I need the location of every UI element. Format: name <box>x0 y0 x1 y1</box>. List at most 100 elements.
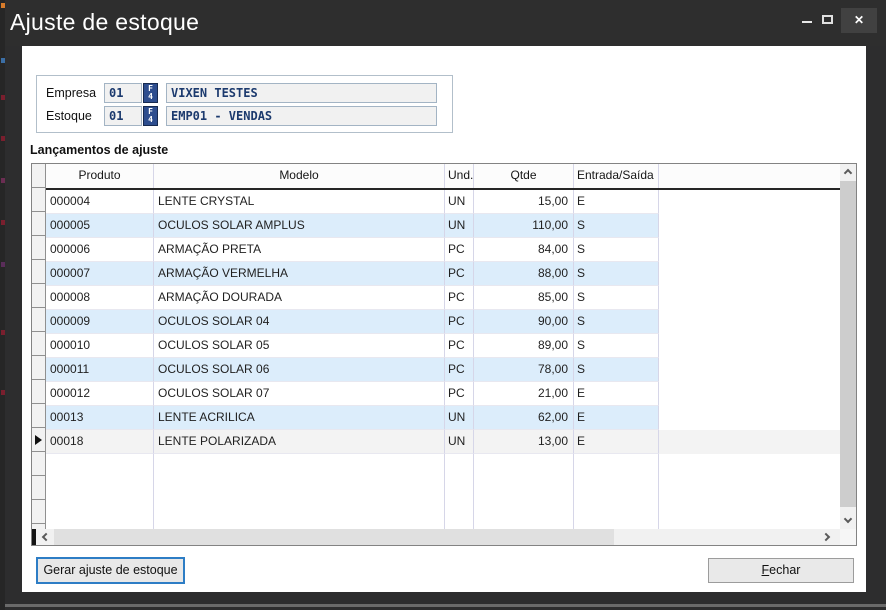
close-form-button[interactable]: Fechar <box>708 558 854 583</box>
background-window-edge <box>0 0 5 610</box>
col-header-und[interactable]: Und. <box>445 164 474 188</box>
cell-qtde[interactable]: 110,00 <box>474 214 574 238</box>
cell-qtde[interactable]: 84,00 <box>474 238 574 262</box>
table-row[interactable]: 000009 OCULOS SOLAR 04 PC 90,00 S <box>46 310 840 334</box>
cell-modelo[interactable]: LENTE ACRILICA <box>154 406 445 430</box>
vertical-scrollbar[interactable] <box>840 164 856 529</box>
cell-es[interactable]: E <box>574 190 659 214</box>
cell-qtde[interactable]: 15,00 <box>474 190 574 214</box>
cell-und[interactable]: PC <box>445 238 474 262</box>
scroll-left-icon[interactable] <box>37 529 53 545</box>
empty-col <box>659 454 840 529</box>
table-row[interactable]: 000005 OCULOS SOLAR AMPLUS UN 110,00 S <box>46 214 840 238</box>
cell-es[interactable]: S <box>574 262 659 286</box>
cell-und[interactable]: PC <box>445 358 474 382</box>
cell-es[interactable]: E <box>574 406 659 430</box>
cell-es[interactable]: E <box>574 430 659 454</box>
empresa-label: Empresa <box>46 83 98 103</box>
cell-es[interactable]: E <box>574 382 659 406</box>
scroll-right-icon[interactable] <box>820 529 836 545</box>
window-title: Ajuste de estoque <box>10 9 199 36</box>
maximize-icon[interactable] <box>822 15 833 24</box>
cell-es[interactable]: S <box>574 358 659 382</box>
cell-qtde[interactable]: 85,00 <box>474 286 574 310</box>
col-header-produto[interactable]: Produto <box>46 164 154 188</box>
table-row[interactable]: 000008 ARMAÇÃO DOURADA PC 85,00 S <box>46 286 840 310</box>
cell-qtde[interactable]: 62,00 <box>474 406 574 430</box>
generate-adjustment-button[interactable]: Gerar ajuste de estoque <box>36 557 185 584</box>
col-header-qtde[interactable]: Qtde <box>474 164 574 188</box>
cell-modelo[interactable]: LENTE POLARIZADA <box>154 430 445 454</box>
close-button-rest: echar <box>769 563 800 577</box>
cell-und[interactable]: PC <box>445 334 474 358</box>
table-row[interactable]: 00013 LENTE ACRILICA UN 62,00 E <box>46 406 840 430</box>
table-row[interactable]: 000004 LENTE CRYSTAL UN 15,00 E <box>46 190 840 214</box>
cell-qtde[interactable]: 89,00 <box>474 334 574 358</box>
cell-qtde[interactable]: 90,00 <box>474 310 574 334</box>
table-row[interactable]: 000011 OCULOS SOLAR 06 PC 78,00 S <box>46 358 840 382</box>
empresa-name-field[interactable]: VIXEN TESTES <box>166 83 437 103</box>
cell-produto[interactable]: 000011 <box>46 358 154 382</box>
cell-modelo[interactable]: ARMAÇÃO PRETA <box>154 238 445 262</box>
scroll-down-icon[interactable] <box>840 512 856 529</box>
table-row[interactable]: 000010 OCULOS SOLAR 05 PC 89,00 S <box>46 334 840 358</box>
table-row[interactable]: 000006 ARMAÇÃO PRETA PC 84,00 S <box>46 238 840 262</box>
cell-qtde[interactable]: 21,00 <box>474 382 574 406</box>
cell-produto[interactable]: 00018 <box>46 430 154 454</box>
cell-es[interactable]: S <box>574 214 659 238</box>
cell-produto[interactable]: 000010 <box>46 334 154 358</box>
cell-produto[interactable]: 000005 <box>46 214 154 238</box>
cell-modelo[interactable]: OCULOS SOLAR 07 <box>154 382 445 406</box>
cell-und[interactable]: PC <box>445 286 474 310</box>
cell-und[interactable]: PC <box>445 310 474 334</box>
col-header-es[interactable]: Entrada/Saída <box>574 164 659 188</box>
table-row[interactable]: 000007 ARMAÇÃO VERMELHA PC 88,00 S <box>46 262 840 286</box>
cell-und[interactable]: UN <box>445 430 474 454</box>
cell-modelo[interactable]: ARMAÇÃO DOURADA <box>154 286 445 310</box>
col-header-modelo[interactable]: Modelo <box>154 164 445 188</box>
cell-es[interactable]: S <box>574 238 659 262</box>
cell-es[interactable]: S <box>574 310 659 334</box>
cell-es[interactable]: S <box>574 334 659 358</box>
empresa-lookup-button[interactable]: F4 <box>143 83 158 103</box>
cell-modelo[interactable]: OCULOS SOLAR 05 <box>154 334 445 358</box>
cell-und[interactable]: PC <box>445 382 474 406</box>
cell-und[interactable]: UN <box>445 190 474 214</box>
empresa-code-field[interactable]: 01 <box>104 83 142 103</box>
cell-qtde[interactable]: 13,00 <box>474 430 574 454</box>
cell-modelo[interactable]: LENTE CRYSTAL <box>154 190 445 214</box>
table-row[interactable]: 000012 OCULOS SOLAR 07 PC 21,00 E <box>46 382 840 406</box>
estoque-name-field[interactable]: EMP01 - VENDAS <box>166 106 437 126</box>
vertical-scroll-thumb[interactable] <box>840 181 856 507</box>
cell-qtde[interactable]: 88,00 <box>474 262 574 286</box>
cell-und[interactable]: UN <box>445 406 474 430</box>
close-icon[interactable]: ✕ <box>841 8 877 33</box>
cell-produto[interactable]: 00013 <box>46 406 154 430</box>
minimize-icon[interactable] <box>802 21 812 23</box>
grid-empty-area <box>46 454 840 529</box>
cell-modelo[interactable]: ARMAÇÃO VERMELHA <box>154 262 445 286</box>
scroll-up-icon[interactable] <box>840 164 856 181</box>
horizontal-scrollbar[interactable] <box>32 529 856 545</box>
cell-produto[interactable]: 000006 <box>46 238 154 262</box>
cell-es[interactable]: S <box>574 286 659 310</box>
cell-produto[interactable]: 000007 <box>46 262 154 286</box>
cell-qtde[interactable]: 78,00 <box>474 358 574 382</box>
estoque-code-field[interactable]: 01 <box>104 106 142 126</box>
estoque-lookup-label: F4 <box>147 108 155 124</box>
cell-produto[interactable]: 000012 <box>46 382 154 406</box>
cell-produto[interactable]: 000008 <box>46 286 154 310</box>
cell-produto[interactable]: 000004 <box>46 190 154 214</box>
estoque-label: Estoque <box>46 106 98 126</box>
cell-modelo[interactable]: OCULOS SOLAR 06 <box>154 358 445 382</box>
cell-und[interactable]: UN <box>445 214 474 238</box>
estoque-lookup-button[interactable]: F4 <box>143 106 158 126</box>
grid-main: Produto Modelo Und. Qtde Entrada/Saída 0… <box>46 164 840 529</box>
table-row-selected[interactable]: 00018 LENTE POLARIZADA UN 13,00 E <box>46 430 840 454</box>
horizontal-scroll-thumb[interactable] <box>54 529 614 545</box>
cell-modelo[interactable]: OCULOS SOLAR AMPLUS <box>154 214 445 238</box>
cell-modelo[interactable]: OCULOS SOLAR 04 <box>154 310 445 334</box>
cell-und[interactable]: PC <box>445 262 474 286</box>
cell-produto[interactable]: 000009 <box>46 310 154 334</box>
cell-blank <box>659 286 840 310</box>
